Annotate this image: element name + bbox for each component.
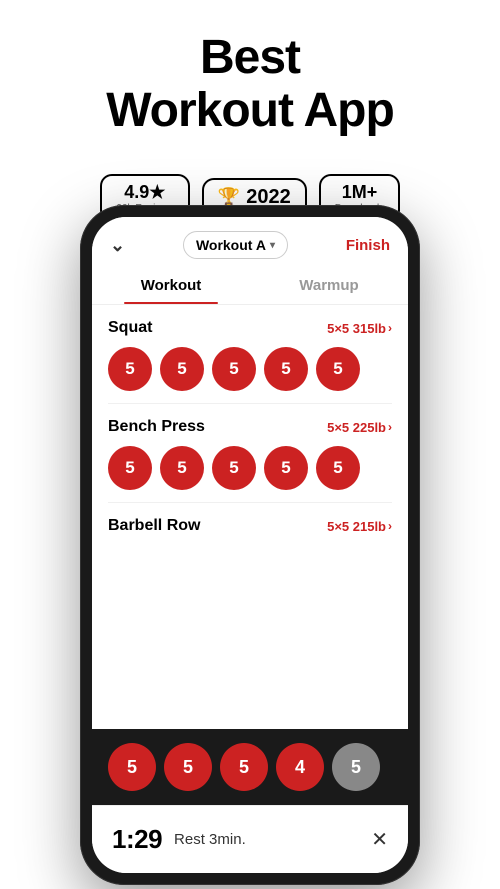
bench-rep-3[interactable]: 5 [212,446,256,490]
tab-warmup[interactable]: Warmup [250,267,408,304]
squat-rep-1[interactable]: 5 [108,347,152,391]
downloads-value: 1M+ [335,182,384,203]
phone-mockup: ⌄ Workout A ▾ Finish Workout Warmup [80,205,420,885]
barbell-reps-row: 5 5 5 4 5 [108,739,392,795]
barbell-rep-5[interactable]: 5 [332,743,380,791]
squat-rep-2[interactable]: 5 [160,347,204,391]
rest-label: Rest 3min. [174,831,359,848]
exercise-info-bench[interactable]: 5×5 225lb › [327,420,392,435]
bench-reps-row: 5 5 5 5 5 [108,442,392,502]
barbell-rep-3[interactable]: 5 [220,743,268,791]
squat-reps-row: 5 5 5 5 5 [108,343,392,403]
rest-timer-bar: 1:29 Rest 3min. ✕ [92,805,408,873]
exercise-row-squat: Squat 5×5 315lb › [108,305,392,343]
tab-workout[interactable]: Workout [92,267,250,304]
barbell-rep-4[interactable]: 4 [276,743,324,791]
caret-icon: ▾ [270,240,275,251]
exercise-arrow-icon-2: › [388,420,392,434]
workout-selector-button[interactable]: Workout A ▾ [183,231,288,259]
bench-rep-4[interactable]: 5 [264,446,308,490]
tab-bar: Workout Warmup [92,267,408,305]
workout-name-label: Workout A [196,237,266,253]
exercise-arrow-icon-3: › [388,519,392,533]
bench-rep-1[interactable]: 5 [108,446,152,490]
squat-rep-4[interactable]: 5 [264,347,308,391]
squat-rep-5[interactable]: 5 [316,347,360,391]
barbell-rep-1[interactable]: 5 [108,743,156,791]
phone-outer: ⌄ Workout A ▾ Finish Workout Warmup [80,205,420,885]
exercise-list: Squat 5×5 315lb › 5 5 5 5 5 Bench Pres [92,305,408,541]
exercise-name-barbell: Barbell Row [108,517,200,535]
bottom-dark-bar: 5 5 5 4 5 [92,729,408,805]
header-section: Best Workout App [0,0,500,158]
barbell-rep-2[interactable]: 5 [164,743,212,791]
phone-topbar: ⌄ Workout A ▾ Finish [92,217,408,267]
exercise-name-squat: Squat [108,319,152,337]
exercise-row-barbell: Barbell Row 5×5 215lb › [108,503,392,541]
back-chevron-icon[interactable]: ⌄ [110,235,125,256]
exercise-info-barbell[interactable]: 5×5 215lb › [327,519,392,534]
exercise-name-bench: Bench Press [108,418,205,436]
rest-close-button[interactable]: ✕ [371,827,388,852]
exercise-row-bench: Bench Press 5×5 225lb › [108,404,392,442]
app-title: Best Workout App [20,32,480,138]
squat-rep-3[interactable]: 5 [212,347,256,391]
exercise-info-squat[interactable]: 5×5 315lb › [327,321,392,336]
finish-button[interactable]: Finish [346,237,390,254]
phone-screen: ⌄ Workout A ▾ Finish Workout Warmup [92,217,408,873]
bench-rep-2[interactable]: 5 [160,446,204,490]
rating-value: 4.9★ [116,182,174,203]
exercise-arrow-icon: › [388,321,392,335]
rest-time-display: 1:29 [112,824,162,855]
bench-rep-5[interactable]: 5 [316,446,360,490]
